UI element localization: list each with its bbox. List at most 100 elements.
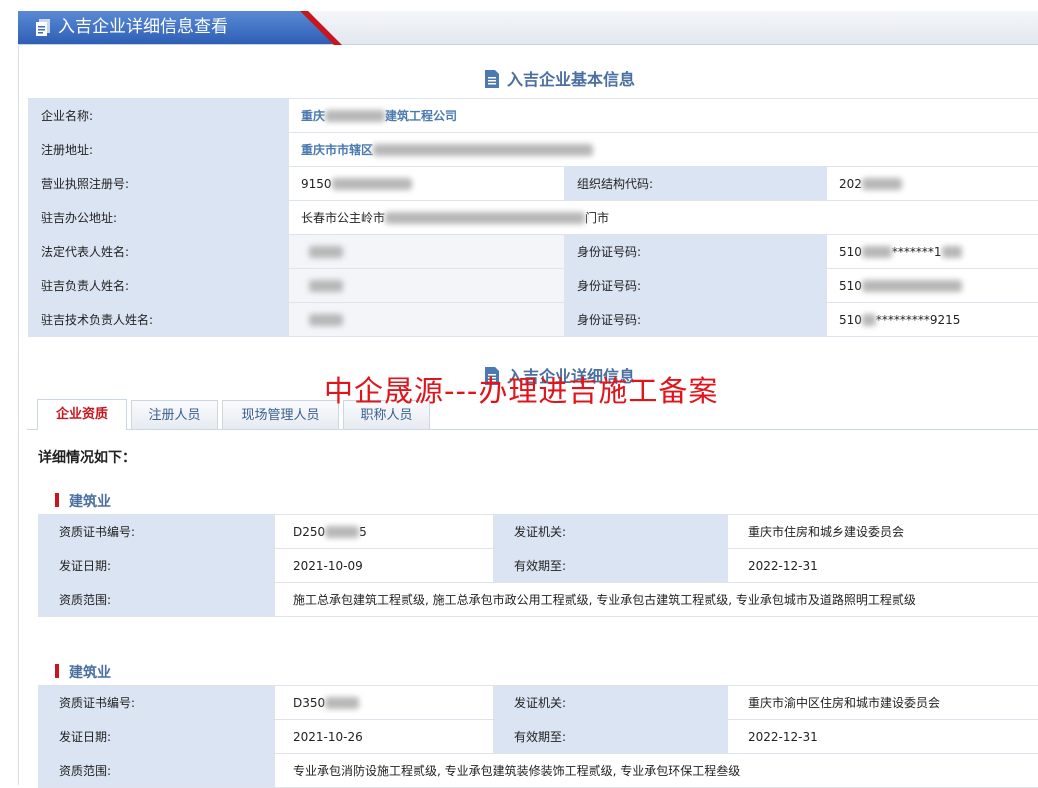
office-address-value: 长春市公主岭市 门市 [289, 201, 1038, 235]
license-no-text: 9150 [301, 177, 332, 191]
issue-date-label: 发证日期: [39, 720, 275, 754]
id-number-text: 510 [839, 279, 862, 293]
office-address-text: 长春市公主岭市 [301, 211, 385, 225]
id-number-value: 510 *********9215 [827, 303, 1038, 337]
local-manager-value [289, 269, 565, 303]
valid-until-label: 有效期至: [494, 720, 728, 754]
scope-value: 专业承包消防设施工程贰级, 专业承包建筑装修装饰工程贰级, 专业承包环保工程叁级 [275, 754, 1038, 788]
basic-info-title-text: 入吉企业基本信息 [507, 70, 635, 89]
tab-site-managers[interactable]: 现场管理人员 [222, 400, 339, 429]
issuer-label: 发证机关: [494, 515, 728, 549]
org-code-label: 组织结构代码: [565, 167, 827, 201]
id-number-value: 510 *******1 [827, 235, 1038, 269]
redacted [325, 697, 359, 709]
license-no-label: 营业执照注册号: [29, 167, 289, 201]
redacted [862, 178, 902, 190]
redacted [325, 526, 359, 538]
id-number-label: 身份证号码: [565, 303, 827, 337]
category-title: 建筑业 [55, 662, 111, 682]
id-number-text: 510 [839, 313, 862, 327]
tab-qualification[interactable]: 企业资质 [37, 399, 127, 430]
office-address-text: 门市 [585, 211, 609, 225]
id-number-label: 身份证号码: [565, 235, 827, 269]
table-row: 发证日期: 2021-10-26 有效期至: 2022-12-31 [39, 720, 1038, 754]
tab-registered-staff[interactable]: 注册人员 [131, 400, 218, 429]
registered-address-label: 注册地址: [29, 133, 289, 167]
tech-manager-label: 驻吉技术负责人姓名: [29, 303, 289, 337]
page-title: 入吉企业详细信息查看 [58, 15, 228, 40]
id-number-value: 510 [827, 269, 1038, 303]
watermark-text: 中企晟源---办理进吉施工备案 [324, 371, 718, 411]
document-icon [36, 19, 50, 36]
cert-no-label: 资质证书编号: [39, 686, 275, 720]
issuer-value: 重庆市住房和城乡建设委员会 [728, 515, 1038, 549]
qualification-table: 资质证书编号: D250 5 发证机关: 重庆市住房和城乡建设委员会 发证日期: … [38, 514, 1038, 617]
cert-no-value: D350 [275, 686, 494, 720]
category-title-text: 建筑业 [69, 494, 111, 510]
redacted [862, 246, 892, 258]
basic-info-table: 企业名称: 重庆 建筑工程公司 注册地址: 重庆市市辖区 营业执照注册号: 915… [28, 98, 1038, 337]
company-name-text: 建筑工程公司 [385, 109, 457, 123]
table-row: 企业名称: 重庆 建筑工程公司 [29, 99, 1038, 133]
table-row: 营业执照注册号: 9150 组织结构代码: 202 [29, 167, 1038, 201]
redacted [862, 314, 876, 326]
redacted [385, 212, 585, 224]
valid-until-value: 2022-12-31 [728, 720, 1038, 754]
issue-date-label: 发证日期: [39, 549, 275, 583]
qualification-table: 资质证书编号: D350 发证机关: 重庆市渝中区住房和城市建设委员会 发证日期… [38, 685, 1038, 788]
legal-rep-value [289, 235, 565, 269]
issuer-label: 发证机关: [494, 686, 728, 720]
detail-intro: 详细情况如下： [38, 447, 136, 467]
org-code-text: 202 [839, 177, 862, 191]
id-number-text: 510 [839, 245, 862, 259]
cert-no-text: D250 [293, 525, 325, 539]
table-row: 法定代表人姓名: 身份证号码: 510 *******1 [29, 235, 1038, 269]
cert-no-value: D250 5 [275, 515, 494, 549]
cert-no-label: 资质证书编号: [39, 515, 275, 549]
redacted [325, 110, 385, 122]
local-manager-label: 驻吉负责人姓名: [29, 269, 289, 303]
license-no-value: 9150 [289, 167, 565, 201]
office-address-label: 驻吉办公地址: [29, 201, 289, 235]
table-row: 发证日期: 2021-10-09 有效期至: 2022-12-31 [39, 549, 1038, 583]
valid-until-value: 2022-12-31 [728, 549, 1038, 583]
legal-rep-label: 法定代表人姓名: [29, 235, 289, 269]
table-row: 资质证书编号: D350 发证机关: 重庆市渝中区住房和城市建设委员会 [39, 686, 1038, 720]
table-row: 驻吉办公地址: 长春市公主岭市 门市 [29, 201, 1038, 235]
table-row: 驻吉负责人姓名: 身份证号码: 510 [29, 269, 1038, 303]
category-marker [55, 664, 59, 678]
basic-info-title: 入吉企业基本信息 [485, 66, 635, 90]
table-row: 资质范围: 专业承包消防设施工程贰级, 专业承包建筑装修装饰工程贰级, 专业承包… [39, 754, 1038, 788]
scope-label: 资质范围: [39, 754, 275, 788]
redacted [332, 178, 412, 190]
category-title: 建筑业 [55, 491, 111, 511]
table-row: 驻吉技术负责人姓名: 身份证号码: 510 *********9215 [29, 303, 1038, 337]
company-name-text: 重庆 [301, 109, 325, 123]
issuer-value: 重庆市渝中区住房和城市建设委员会 [728, 686, 1038, 720]
scope-value: 施工总承包建筑工程贰级, 施工总承包市政公用工程贰级, 专业承包古建筑工程贰级,… [275, 583, 1038, 617]
redacted [309, 314, 343, 326]
category-marker [55, 493, 59, 507]
id-number-label: 身份证号码: [565, 269, 827, 303]
redacted [942, 246, 962, 258]
cert-no-text: 5 [359, 525, 367, 539]
table-row: 注册地址: 重庆市市辖区 [29, 133, 1038, 167]
cert-no-text: D350 [293, 696, 325, 710]
tech-manager-value [289, 303, 565, 337]
category-title-text: 建筑业 [69, 665, 111, 681]
registered-address-text: 重庆市市辖区 [301, 143, 373, 157]
registered-address-value: 重庆市市辖区 [289, 133, 1038, 167]
company-name-value: 重庆 建筑工程公司 [289, 99, 1038, 133]
redacted [309, 280, 343, 292]
document-icon [485, 70, 499, 88]
org-code-value: 202 [827, 167, 1038, 201]
company-name-label: 企业名称: [29, 99, 289, 133]
id-number-text: *********9215 [876, 313, 961, 327]
redacted [862, 280, 962, 292]
issue-date-value: 2021-10-09 [275, 549, 494, 583]
issue-date-value: 2021-10-26 [275, 720, 494, 754]
id-number-text: *******1 [892, 245, 942, 259]
valid-until-label: 有效期至: [494, 549, 728, 583]
scope-label: 资质范围: [39, 583, 275, 617]
table-row: 资质范围: 施工总承包建筑工程贰级, 施工总承包市政公用工程贰级, 专业承包古建… [39, 583, 1038, 617]
